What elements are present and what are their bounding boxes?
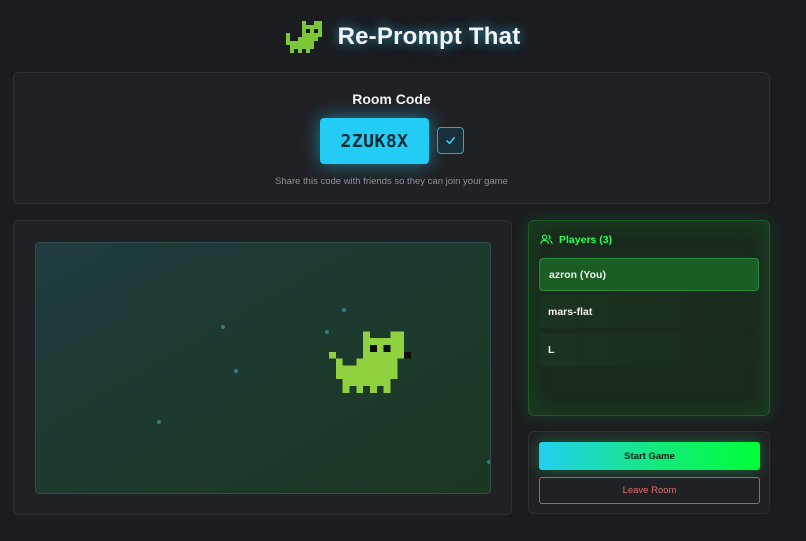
game-preview-card [13,220,512,515]
player-item: mars-flat [539,295,759,328]
particle [157,420,161,424]
player-name: mars-flat [548,305,593,318]
leave-room-button[interactable]: Leave Room [539,477,760,504]
player-name: azron (You) [549,268,606,281]
player-name: L [548,343,555,356]
player-item: azron (You) [539,258,759,291]
app-title: Re-Prompt That [337,23,521,50]
game-actions-card: Start Game Leave Room [528,431,770,514]
share-hint: Share this code with friends so they can… [275,176,508,187]
pixel-cat-sprite [329,331,411,393]
copy-code-button[interactable] [437,127,464,154]
players-heading: Players (3) [540,233,612,246]
player-item: L [539,333,759,366]
particle [487,460,490,464]
players-count-label: Players (3) [559,233,613,246]
particle [234,369,238,373]
room-code-label: Room Code [352,91,431,107]
app-header: Re-Prompt That [0,14,806,60]
users-icon [540,234,553,245]
check-icon [446,137,455,144]
game-canvas [35,242,491,494]
room-code-value[interactable]: 2ZUK8X [320,118,429,164]
particle [342,308,346,312]
start-game-button[interactable]: Start Game [539,442,760,470]
players-panel: Players (3) azron (You) mars-flat L [528,220,770,416]
particle [221,325,225,329]
room-code-card: Room Code 2ZUK8X Share this code with fr… [13,72,770,204]
cat-logo-icon [285,21,322,53]
